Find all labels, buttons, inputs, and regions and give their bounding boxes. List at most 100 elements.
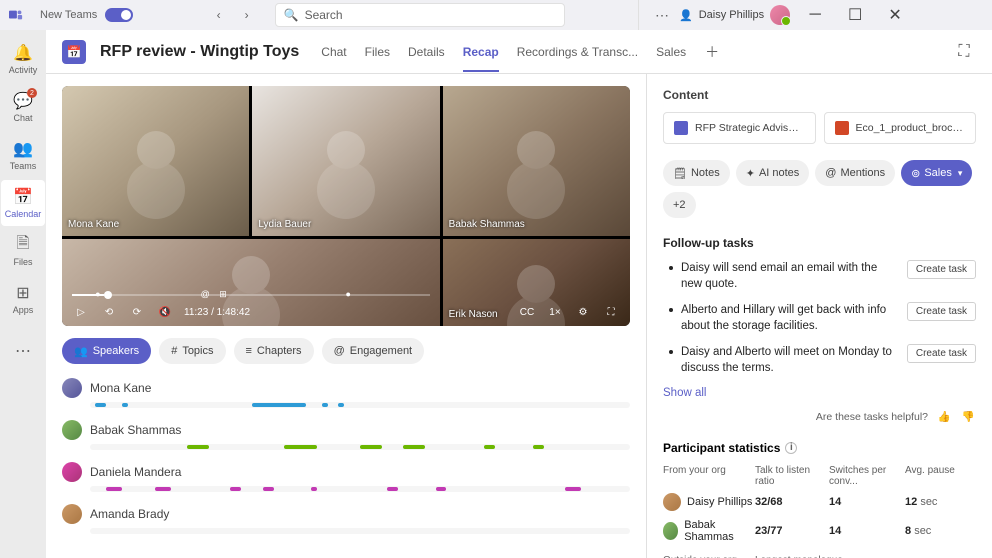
- chip-mentions[interactable]: @Mentions: [815, 160, 895, 186]
- nav-more-button[interactable]: ⋯: [1, 328, 45, 374]
- thumbs-up-icon[interactable]: 👍: [936, 409, 952, 425]
- title-bar: New Teams ‹ › 🔍 Search ⋯ 👤 Daisy Phillip…: [0, 0, 992, 30]
- search-box[interactable]: 🔍 Search: [275, 3, 565, 27]
- minimize-button[interactable]: ─: [800, 0, 830, 30]
- task-item: Daisy and Alberto will meet on Monday to…: [663, 344, 976, 376]
- nav-item-activity[interactable]: 🔔Activity: [1, 36, 45, 82]
- pill-engagement[interactable]: @Engagement: [322, 338, 425, 364]
- current-user[interactable]: 👤 Daisy Phillips: [679, 5, 790, 25]
- col-header: Switches per conv...: [829, 465, 905, 487]
- engagement-icon: @: [334, 345, 345, 357]
- video-tile[interactable]: Erik Nason CC 1× ⚙ ⛶: [443, 239, 630, 326]
- badge: 2: [27, 88, 37, 98]
- info-icon[interactable]: i: [785, 442, 797, 454]
- avatar: [663, 522, 678, 540]
- maximize-button[interactable]: ☐: [840, 0, 870, 30]
- pill-speakers[interactable]: 👥Speakers: [62, 338, 151, 364]
- col-header: Avg. pause: [905, 465, 965, 487]
- settings-button[interactable]: ⚙: [574, 303, 592, 321]
- nav-forward-button[interactable]: ›: [235, 3, 259, 27]
- page-tabs: Chat Files Details Recap Recordings & Transc…: [321, 32, 686, 72]
- show-all-tasks-link[interactable]: Show all: [663, 387, 976, 399]
- file-name: RFP Strategic Advisory - Wingtip Toys: [695, 122, 805, 134]
- video-tile[interactable]: Mona Kane: [62, 86, 249, 236]
- play-button[interactable]: ▷: [72, 303, 90, 321]
- user-name: Daisy Phillips: [699, 9, 764, 21]
- chip-ainotes[interactable]: ✦AI notes: [736, 160, 810, 186]
- page-title: RFP review - Wingtip Toys: [100, 43, 299, 61]
- chip-2[interactable]: +2: [663, 192, 696, 218]
- content-file[interactable]: RFP Strategic Advisory - Wingtip Toys: [663, 112, 816, 144]
- nav-rail: 🔔Activity💬Chat2👥Teams📅Calendar🗎Files⊞App…: [0, 30, 46, 558]
- video-tile[interactable]: Lydia Bauer: [252, 86, 439, 236]
- tab-recordings-transc-[interactable]: Recordings & Transc...: [517, 32, 638, 72]
- tab-details[interactable]: Details: [408, 32, 445, 72]
- tab-sales[interactable]: Sales: [656, 32, 686, 72]
- new-teams-toggle[interactable]: [105, 8, 133, 22]
- tab-files[interactable]: Files: [365, 32, 390, 72]
- video-controls-right: CC 1× ⚙ ⛶: [443, 298, 630, 326]
- stats-title: Participant statistics i: [663, 441, 976, 455]
- create-task-button[interactable]: Create task: [907, 260, 976, 279]
- nav-item-calendar[interactable]: 📅Calendar: [1, 180, 45, 226]
- volume-button[interactable]: 🔇: [156, 303, 174, 321]
- expand-button[interactable]: ⛶: [952, 40, 976, 64]
- speaker-timeline[interactable]: [90, 528, 630, 534]
- create-task-button[interactable]: Create task: [907, 344, 976, 363]
- chip-icon: ✦: [746, 167, 755, 180]
- tile-name: Lydia Bauer: [258, 219, 311, 230]
- chip-sales[interactable]: ⊚Sales▾: [901, 160, 972, 186]
- activity-icon: 🔔: [13, 43, 33, 63]
- create-task-button[interactable]: Create task: [907, 302, 976, 321]
- skip-back-button[interactable]: ⟲: [100, 303, 118, 321]
- new-teams-label: New Teams: [40, 9, 97, 21]
- fullscreen-button[interactable]: ⛶: [602, 303, 620, 321]
- ppt-file-icon: [835, 121, 849, 135]
- content-file[interactable]: Eco_1_product_brochure.pptx: [824, 112, 977, 144]
- pill-chapters[interactable]: ≡Chapters: [234, 338, 314, 364]
- calendar-icon: 📅: [13, 187, 33, 207]
- video-tile[interactable]: Babak Shammas: [443, 86, 630, 236]
- search-placeholder: Search: [305, 8, 343, 22]
- speaker-row: Amanda Brady: [62, 504, 630, 534]
- tile-name: Mona Kane: [68, 219, 119, 230]
- more-menu-button[interactable]: ⋯: [655, 7, 669, 24]
- teams-icon: 👥: [13, 139, 33, 159]
- video-tile[interactable]: ● @ ⊞ ● ▷ ⟲ ⟳ 🔇 11:23 / 1:48:42: [62, 239, 440, 326]
- close-button[interactable]: ✕: [880, 0, 910, 30]
- avatar: [62, 420, 82, 440]
- video-progress[interactable]: ● @ ⊞ ●: [72, 294, 430, 296]
- chip-notes[interactable]: 🗒Notes: [663, 160, 730, 186]
- speaker-timelines: Mona KaneBabak ShammasDaniela ManderaAma…: [62, 378, 630, 546]
- add-tab-button[interactable]: ＋: [700, 40, 724, 64]
- speaker-timeline[interactable]: [90, 444, 630, 450]
- speaker-timeline[interactable]: [90, 486, 630, 492]
- tile-name: Babak Shammas: [449, 219, 525, 230]
- nav-item-chat[interactable]: 💬Chat2: [1, 84, 45, 130]
- video-time: 11:23 / 1:48:42: [184, 307, 250, 318]
- speed-button[interactable]: 1×: [546, 303, 564, 321]
- page-header: 📅 RFP review - Wingtip Toys ChatFilesDet…: [46, 30, 992, 74]
- nav-item-files[interactable]: 🗎Files: [1, 228, 45, 274]
- cc-button[interactable]: CC: [518, 303, 536, 321]
- chapters-icon: ≡: [246, 345, 252, 357]
- tab-recap[interactable]: Recap: [463, 32, 499, 72]
- chip-icon: @: [825, 167, 836, 179]
- task-item: Daisy will send email an email with the …: [663, 260, 976, 292]
- speaker-timeline[interactable]: [90, 402, 630, 408]
- col-header: From your org: [663, 465, 755, 487]
- stat-row: Babak Shammas23/77148 sec: [663, 519, 976, 543]
- feedback-label: Are these tasks helpful?: [816, 411, 928, 423]
- speaker-row: Daniela Mandera: [62, 462, 630, 492]
- tab-chat[interactable]: Chat: [321, 32, 346, 72]
- thumbs-down-icon[interactable]: 👎: [960, 409, 976, 425]
- pill-topics[interactable]: #Topics: [159, 338, 225, 364]
- nav-item-teams[interactable]: 👥Teams: [1, 132, 45, 178]
- chevron-down-icon: ▾: [958, 168, 963, 179]
- skip-fwd-button[interactable]: ⟳: [128, 303, 146, 321]
- nav-back-button[interactable]: ‹: [207, 3, 231, 27]
- speaker-name: Babak Shammas: [90, 423, 181, 437]
- task-text: Daisy and Alberto will meet on Monday to…: [681, 344, 899, 376]
- nav-item-apps[interactable]: ⊞Apps: [1, 276, 45, 322]
- user-icon: 👤: [679, 9, 693, 22]
